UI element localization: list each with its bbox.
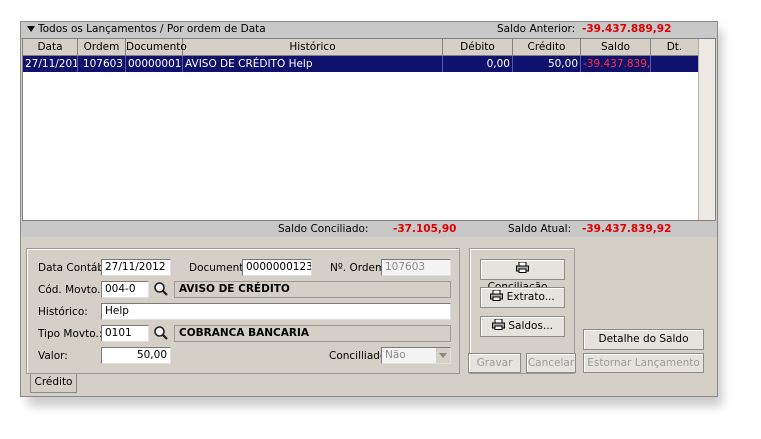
summary-bar: Saldo Conciliado: -37.105,90 Saldo Atual… [21,221,717,237]
cell-dt-conc [651,56,699,72]
historico-label: Histórico: [38,306,88,318]
extrato-button[interactable]: Extrato... [480,287,565,308]
saldo-conciliado-label: Saldo Conciliado: [278,223,369,235]
valor-label: Valor: [38,350,68,362]
cell-ordem: 107603 [78,56,126,72]
cell-historico: AVISO DE CRÉDITO Help [183,56,443,72]
tipo-movto-label: Tipo Movto.: [38,328,103,340]
col-credito[interactable]: Crédito [513,39,581,55]
col-saldo[interactable]: Saldo [581,39,651,55]
tipo-movto-field[interactable]: 0101 [101,325,149,342]
historico-field[interactable]: Help [101,303,451,320]
saldos-label: Saldos... [508,320,553,332]
cell-credito: 50,00 [513,56,581,72]
tipo-movto-description: COBRANCA BANCARIA [174,325,451,342]
col-data[interactable]: Data [23,39,78,55]
saldo-anterior-label: Saldo Anterior: [497,23,576,35]
list-header-bar: Todos os Lançamentos / Por ordem de Data… [21,22,717,39]
launch-window: Todos os Lançamentos / Por ordem de Data… [20,21,718,397]
cod-movto-field[interactable]: 004-0 [101,281,149,298]
table-row[interactable]: 27/11/2012 107603 0000000123 AVISO DE CR… [23,56,699,72]
extrato-label: Extrato... [506,291,555,303]
printer-icon [492,318,506,330]
cell-data: 27/11/2012 [23,56,78,72]
estornar-button[interactable]: Estornar Lançamento [583,353,704,373]
saldo-atual-value: -39.437.839,92 [582,223,672,235]
col-ordem[interactable]: Ordem [78,39,126,55]
gravar-button[interactable]: Gravar [468,353,521,373]
cell-documento: 0000000123 [128,56,183,72]
tab-credito[interactable]: Crédito [30,374,77,393]
ordem-field[interactable]: 107603 [381,259,451,276]
cell-debito: 0,00 [443,56,513,72]
grid-header: Data Ordem Documento Histórico Débito Cr… [23,39,699,69]
conciliado-select[interactable]: Não [381,347,451,364]
saldo-anterior-value: -39.437.889,92 [582,23,672,35]
data-contabil-field[interactable]: 27/11/2012 [101,259,171,276]
col-debito[interactable]: Débito [443,39,513,55]
saldo-atual-label: Saldo Atual: [508,223,572,235]
vertical-scrollbar[interactable] [698,39,715,220]
printer-icon [490,289,504,301]
col-historico[interactable]: Histórico [183,39,443,55]
conciliado-value: Não [385,349,406,361]
cancelar-button[interactable]: Cancelar [526,353,576,373]
magnifier-icon[interactable] [153,325,169,341]
saldo-conciliado-value: -37.105,90 [393,223,457,235]
valor-field[interactable]: 50,00 [101,347,171,364]
saldos-button[interactable]: Saldos... [480,316,565,337]
cod-movto-description: AVISO DE CRÉDITO [174,281,451,298]
list-title: Todos os Lançamentos / Por ordem de Data [38,23,266,35]
cod-movto-label: Cód. Movto.: [38,284,105,296]
chevron-down-icon[interactable] [436,348,450,363]
printer-icon [516,261,529,273]
ordem-label: Nº. Ordem: [330,262,389,274]
conciliacao-button[interactable]: Conciliação... [480,259,565,293]
documento-field[interactable]: 0000000123 [242,259,312,276]
triangle-down-icon[interactable] [27,26,35,33]
col-dt-conc[interactable]: Dt. Conc. [651,39,699,69]
detalhe-saldo-button[interactable]: Detalhe do Saldo [583,329,704,350]
magnifier-icon[interactable] [153,281,169,297]
cell-saldo: -39.437.839,92 [583,56,651,72]
col-documento[interactable]: Documento [126,39,187,55]
launch-grid[interactable]: Data Ordem Documento Histórico Débito Cr… [22,38,716,221]
